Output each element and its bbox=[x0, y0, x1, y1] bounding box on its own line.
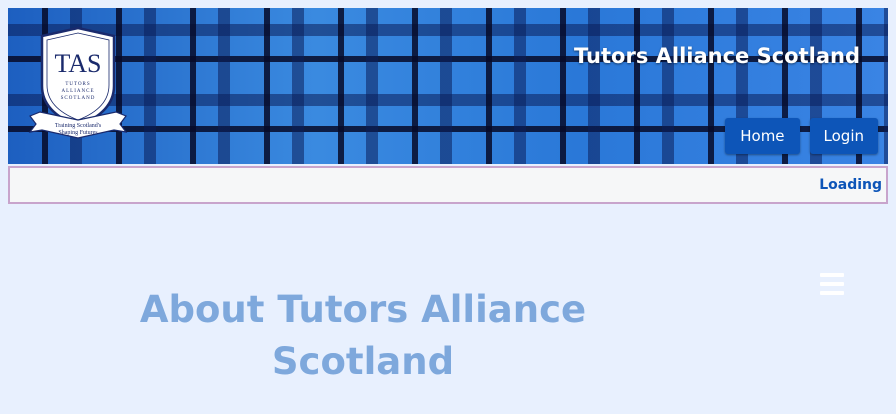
tas-logo[interactable]: TAS TUTORS ALLIANCE SCOTLAND Training Sc… bbox=[28, 24, 128, 144]
logo-subtitle-2: ALLIANCE bbox=[62, 89, 95, 94]
logo-subtitle-1: TUTORS bbox=[65, 82, 90, 87]
main-nav: Home Login bbox=[725, 118, 878, 154]
page-title: About Tutors Alliance Scotland bbox=[139, 288, 587, 383]
login-button[interactable]: Login bbox=[809, 118, 878, 154]
hamburger-icon[interactable] bbox=[820, 273, 844, 295]
logo-subtitle-3: SCOTLAND bbox=[61, 96, 96, 101]
site-header: TAS TUTORS ALLIANCE SCOTLAND Training Sc… bbox=[8, 8, 888, 164]
logo-ribbon-1: Training Scotland's bbox=[55, 123, 102, 129]
logo-ribbon-2: Shaping Futures bbox=[58, 130, 98, 136]
home-button[interactable]: Home bbox=[725, 118, 800, 154]
status-bar: Loading bbox=[8, 166, 888, 204]
site-title: Tutors Alliance Scotland bbox=[574, 44, 860, 68]
loading-text: Loading bbox=[819, 177, 882, 193]
logo-initials: TAS bbox=[54, 49, 101, 78]
